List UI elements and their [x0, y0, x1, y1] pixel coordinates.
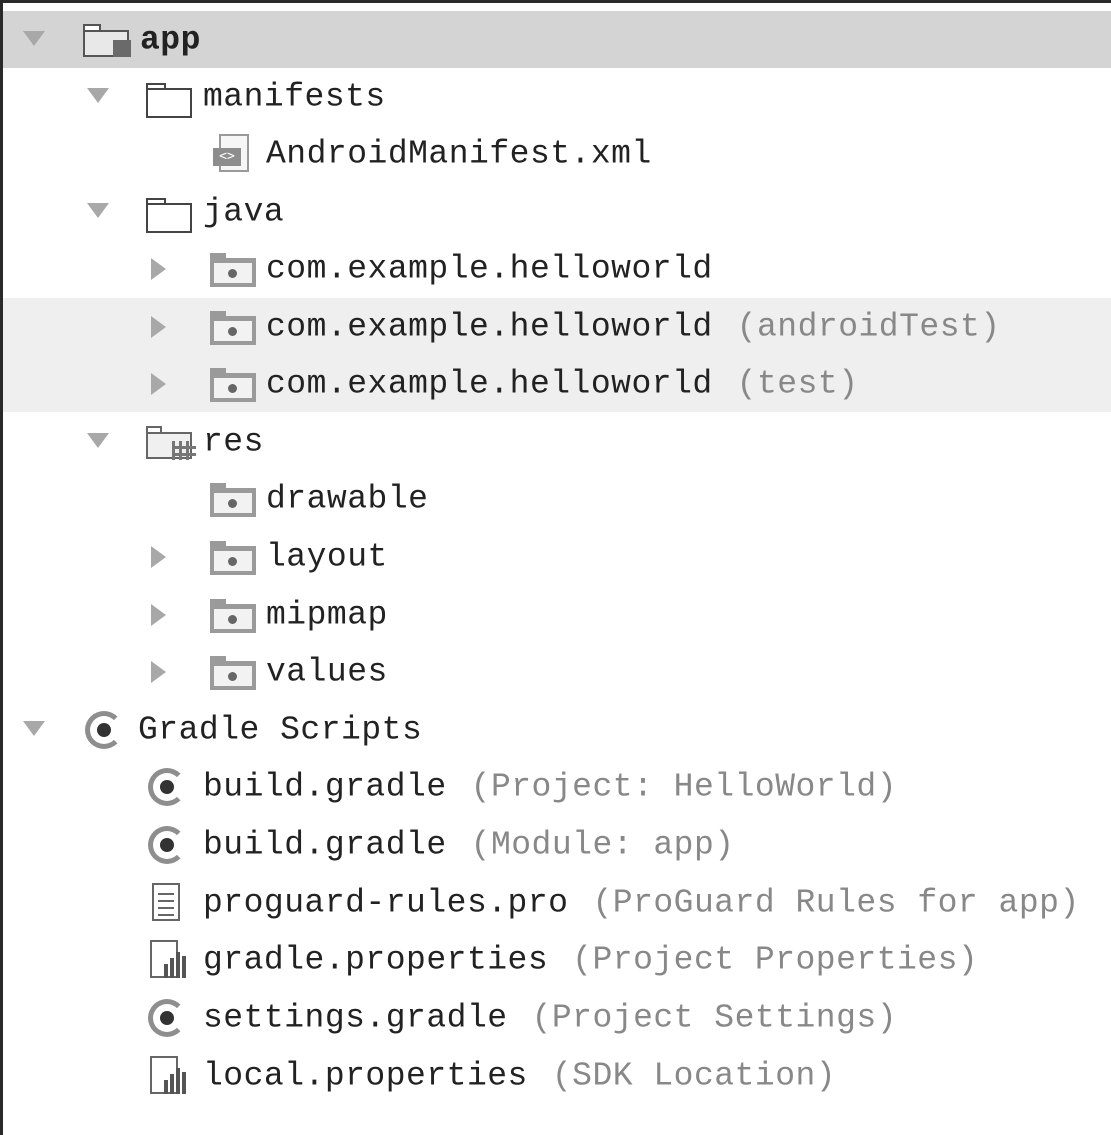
tree-label-drawable: drawable: [266, 480, 429, 517]
gradle-icon: [146, 997, 188, 1039]
tree-label-settings-gradle: settings.gradle (Project Settings): [203, 999, 898, 1036]
tree-row-build-gradle-module[interactable]: build.gradle (Module: app): [3, 816, 1111, 873]
tree-row-package-test[interactable]: com.example.helloworld (test): [3, 355, 1111, 412]
tree-row-settings-gradle[interactable]: settings.gradle (Project Settings): [3, 989, 1111, 1046]
tree-row-package-main[interactable]: com.example.helloworld: [3, 240, 1111, 297]
expand-arrow-icon[interactable]: [151, 545, 166, 568]
expand-arrow-icon[interactable]: [151, 315, 166, 338]
tree-hint: (SDK Location): [551, 1057, 837, 1094]
package-folder-icon: [210, 252, 256, 287]
tree-hint: (Project Properties): [572, 941, 979, 978]
gradle-icon: [146, 824, 188, 866]
xml-file-icon: <>: [211, 133, 253, 174]
tree-row-android-manifest[interactable]: <> AndroidManifest.xml: [3, 125, 1111, 182]
tree-label-package-test: com.example.helloworld (test): [266, 365, 859, 402]
package-folder-icon: [210, 598, 256, 633]
tree-label-mipmap: mipmap: [266, 596, 388, 633]
package-folder-icon: [210, 655, 256, 690]
tree-label-gradle-scripts: Gradle Scripts: [138, 711, 423, 748]
package-folder-icon: [210, 482, 256, 517]
package-folder-icon: [210, 310, 256, 345]
tree-label-build-gradle-module: build.gradle (Module: app): [203, 826, 735, 863]
package-folder-icon: [210, 540, 256, 575]
tree-label-layout: layout: [266, 538, 388, 575]
tree-row-local-properties[interactable]: local.properties (SDK Location): [3, 1047, 1111, 1104]
tree-label-res: res: [203, 423, 264, 460]
tree-hint: (androidTest): [736, 308, 1001, 345]
tree-hint: (ProGuard Rules for app): [592, 884, 1080, 921]
tree-row-build-gradle-project[interactable]: build.gradle (Project: HelloWorld): [3, 758, 1111, 815]
tree-label-local-properties: local.properties (SDK Location): [203, 1057, 837, 1094]
tree-row-drawable[interactable]: drawable: [3, 470, 1111, 527]
collapse-arrow-icon[interactable]: [23, 720, 45, 736]
tree-label-proguard: proguard-rules.pro (ProGuard Rules for ap…: [203, 884, 1080, 921]
folder-icon: [146, 82, 192, 118]
expand-arrow-icon[interactable]: [151, 372, 166, 395]
gradle-icon: [146, 766, 188, 808]
tree-row-proguard[interactable]: proguard-rules.pro (ProGuard Rules for ap…: [3, 874, 1111, 931]
tree-row-mipmap[interactable]: mipmap: [3, 586, 1111, 643]
resource-folder-icon: [146, 425, 198, 460]
tree-label-package-android-test: com.example.helloworld (androidTest): [266, 308, 1001, 345]
tree-row-java[interactable]: java: [3, 183, 1111, 240]
properties-file-icon: [148, 939, 190, 980]
tree-label-gradle-properties: gradle.properties (Project Properties): [203, 941, 979, 978]
tree-label-app: app: [140, 21, 201, 58]
expand-arrow-icon[interactable]: [151, 660, 166, 683]
text-file-icon: [150, 882, 184, 923]
tree-row-values[interactable]: values: [3, 643, 1111, 700]
tree-label-java: java: [203, 193, 285, 230]
collapse-arrow-icon[interactable]: [87, 432, 109, 448]
expand-arrow-icon[interactable]: [151, 603, 166, 626]
tree-row-app[interactable]: app: [3, 11, 1111, 68]
properties-file-icon: [148, 1055, 190, 1096]
folder-icon: [146, 197, 192, 233]
tree-label-values: values: [266, 653, 388, 690]
collapse-arrow-icon[interactable]: [23, 30, 45, 46]
collapse-arrow-icon[interactable]: [87, 87, 109, 103]
collapse-arrow-icon[interactable]: [87, 202, 109, 218]
tree-label-package-main: com.example.helloworld: [266, 250, 713, 287]
gradle-icon: [83, 709, 125, 751]
tree-row-manifests[interactable]: manifests: [3, 68, 1111, 125]
tree-row-gradle-scripts[interactable]: Gradle Scripts: [3, 701, 1111, 758]
tree-row-res[interactable]: res: [3, 413, 1111, 470]
tree-row-package-android-test[interactable]: com.example.helloworld (androidTest): [3, 298, 1111, 355]
tree-hint: (Module: app): [470, 826, 735, 863]
tree-label-build-gradle-project: build.gradle (Project: HelloWorld): [203, 768, 898, 805]
tree-row-layout[interactable]: layout: [3, 528, 1111, 585]
tree-hint: (test): [736, 365, 859, 402]
project-tree-panel: app manifests <> AndroidManifest.xml jav…: [0, 0, 1111, 1135]
tree-hint: (Project Settings): [531, 999, 898, 1036]
package-folder-icon: [210, 367, 256, 402]
module-folder-icon: [83, 23, 135, 58]
expand-arrow-icon[interactable]: [151, 257, 166, 280]
tree-label-manifests: manifests: [203, 78, 386, 115]
tree-label-android-manifest: AndroidManifest.xml: [266, 135, 652, 172]
tree-row-gradle-properties[interactable]: gradle.properties (Project Properties): [3, 931, 1111, 988]
tree-hint: (Project: HelloWorld): [470, 768, 898, 805]
